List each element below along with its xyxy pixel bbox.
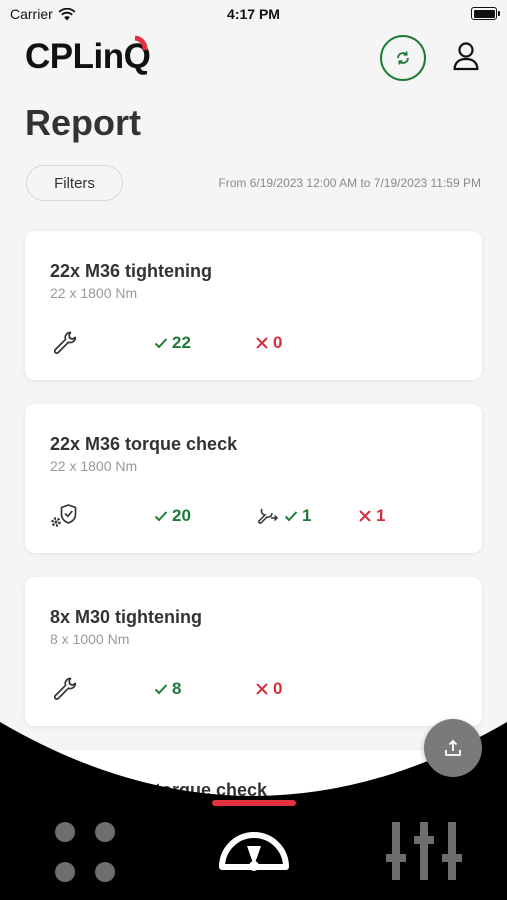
- wrench-arrow-icon: [258, 508, 279, 524]
- dashboard-grid-icon: [55, 822, 115, 882]
- ok-count-value: 20: [172, 506, 191, 525]
- check-icon: [154, 511, 168, 522]
- card-title: 22x M36 torque check: [50, 434, 238, 454]
- page-title: Report: [25, 102, 141, 143]
- filters-button[interactable]: Filters: [26, 165, 123, 201]
- ok-count: 8: [154, 675, 181, 703]
- nok-count-value: 0: [273, 333, 283, 352]
- card-title: 8x M30 tightening: [50, 607, 203, 627]
- card-stats: 8 0: [50, 675, 470, 703]
- nok-count: 0: [255, 329, 282, 357]
- sliders-icon: [386, 822, 462, 880]
- card-subtitle: 22 x 1800 Nm: [50, 285, 138, 301]
- ok-count-value: 22: [172, 333, 191, 352]
- gauge-icon: [219, 832, 289, 871]
- sync-icon: [397, 51, 409, 65]
- cross-icon: [256, 337, 268, 349]
- check-icon: [154, 684, 168, 695]
- check-icon: [284, 511, 298, 522]
- upload-icon: [445, 739, 461, 756]
- wrench-icon: [53, 331, 77, 354]
- status-bar: Carrier 4:17 PM: [0, 0, 507, 30]
- app-logo: CPLinQ: [25, 32, 151, 82]
- ok-count: 22: [154, 329, 191, 357]
- card-stats: 20 1 1: [50, 502, 470, 530]
- gear-shield-icon: [51, 504, 77, 527]
- export-button[interactable]: [424, 719, 482, 777]
- nav-settings[interactable]: [386, 818, 462, 884]
- partial-count-value: 1: [302, 506, 312, 525]
- cross-icon: [359, 510, 371, 522]
- card-subtitle: 22 x 1800 Nm: [50, 458, 138, 474]
- nok-count-value: 1: [376, 506, 386, 525]
- active-tab-indicator: [212, 800, 296, 806]
- nav-report[interactable]: [214, 822, 294, 877]
- nok-count: 1: [358, 502, 385, 530]
- user-icon: [453, 42, 479, 71]
- app-header: CPLinQ: [0, 32, 507, 82]
- card-title: 22x M36 tightening: [50, 261, 213, 281]
- nok-count-value: 0: [273, 679, 283, 698]
- sync-button[interactable]: [380, 35, 426, 81]
- card-stats: 22 0: [50, 329, 470, 357]
- ok-count-value: 8: [172, 679, 182, 698]
- logo-accent-icon: [134, 35, 148, 51]
- partial-count: 1: [256, 502, 311, 530]
- nok-count: 0: [255, 675, 282, 703]
- profile-button[interactable]: [448, 38, 484, 74]
- battery-icon: [471, 7, 500, 20]
- cross-icon: [256, 683, 268, 695]
- ok-count: 20: [154, 502, 191, 530]
- check-icon: [154, 338, 168, 349]
- card-subtitle: 8 x 1000 Nm: [50, 631, 130, 647]
- report-card[interactable]: 22x M36 tightening 22 x 1800 Nm 22 0: [25, 231, 482, 380]
- status-time: 4:17 PM: [227, 6, 280, 22]
- nav-dashboard[interactable]: [50, 815, 120, 885]
- wrench-icon: [53, 677, 77, 700]
- date-range-label: From 6/19/2023 12:00 AM to 7/19/2023 11:…: [218, 176, 481, 190]
- report-card[interactable]: 22x M36 torque check 22 x 1800 Nm 20 1 1: [25, 404, 482, 553]
